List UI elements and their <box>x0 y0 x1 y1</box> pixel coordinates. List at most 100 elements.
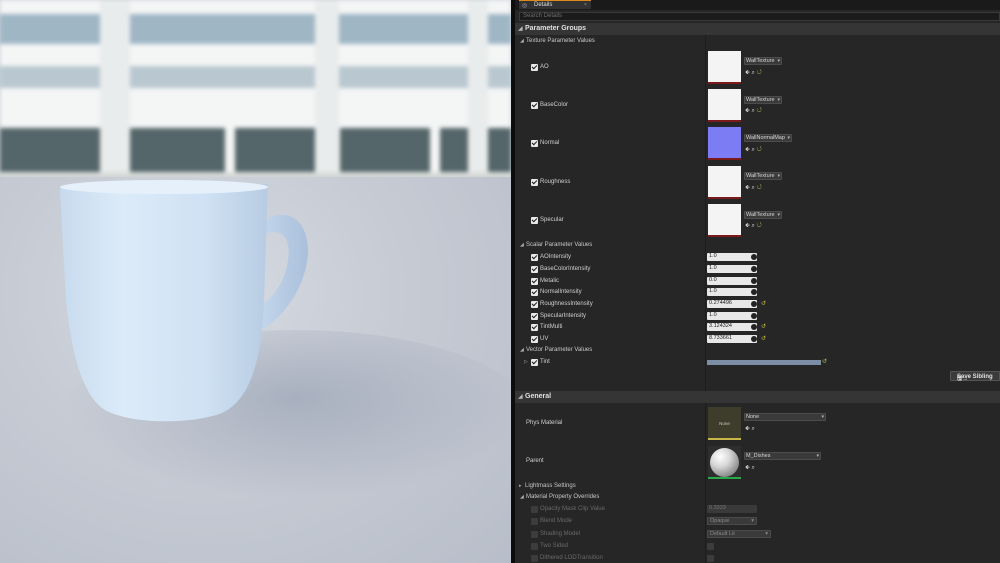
reset-icon[interactable]: ↺ <box>757 108 762 114</box>
value-field[interactable]: 1.0 <box>707 265 757 273</box>
phys-material-thumbnail[interactable]: None <box>708 407 741 440</box>
asset-picker[interactable]: WallTexture ▾ <box>744 57 782 65</box>
material-preview-viewport[interactable] <box>0 0 511 563</box>
texture-thumbnail[interactable] <box>708 89 741 122</box>
slider-icon[interactable] <box>751 289 757 295</box>
override-checkbox[interactable] <box>531 278 538 285</box>
save-sibling-label: Save Sibling <box>957 374 993 380</box>
browse-icon[interactable]: ⌕ <box>752 147 755 153</box>
override-checkbox[interactable] <box>531 140 538 147</box>
override-checkbox[interactable] <box>531 518 538 525</box>
browse-icon[interactable]: ⌕ <box>752 223 755 229</box>
use-selected-icon[interactable]: 🡸 <box>745 108 750 114</box>
texture-thumbnail[interactable] <box>708 204 741 237</box>
param-label: SpecularIntensity <box>540 313 587 319</box>
browse-icon[interactable]: ⌕ <box>752 108 755 114</box>
group-lightmass-settings[interactable]: ▸ Lightmass Settings <box>515 482 1000 492</box>
use-selected-icon[interactable]: 🡸 <box>745 426 750 432</box>
parent-thumbnail[interactable] <box>708 446 741 479</box>
value-field[interactable]: 0.274496 <box>707 300 757 308</box>
slider-icon[interactable] <box>751 266 757 272</box>
override-checkbox[interactable] <box>531 324 538 331</box>
browse-icon[interactable]: ⌕ <box>752 70 755 76</box>
save-sibling-button[interactable]: 🖫→ Save Sibling <box>950 371 1000 382</box>
group-texture-parameters[interactable]: ◢ Texture Parameter Values <box>515 37 1000 47</box>
search-placeholder: Search Details <box>523 13 563 19</box>
parent-picker[interactable]: M_Dishes ▾ <box>744 452 821 460</box>
reset-icon[interactable]: ↺ <box>757 185 762 191</box>
blend-mode-dropdown[interactable]: Opaque ▾ <box>707 517 757 525</box>
group-material-property-overrides[interactable]: ◢ Material Property Overrides <box>515 493 1000 503</box>
close-icon[interactable]: × <box>584 2 587 8</box>
category-general[interactable]: ◢ General <box>515 391 1000 403</box>
override-checkbox[interactable] <box>531 266 538 273</box>
reset-icon[interactable]: ↺ <box>761 300 766 307</box>
use-selected-icon[interactable]: 🡸 <box>745 185 750 191</box>
details-panel: ◎ Details × Search Details ◢ Parameter G… <box>515 0 1000 563</box>
override-checkbox[interactable] <box>531 179 538 186</box>
asset-actions: 🡸 ⌕ <box>745 424 755 434</box>
override-checkbox[interactable] <box>531 531 538 538</box>
slider-icon[interactable] <box>751 301 757 307</box>
reset-icon[interactable]: ↺ <box>761 323 766 330</box>
override-checkbox[interactable] <box>531 313 538 320</box>
color-swatch[interactable] <box>707 360 821 365</box>
reset-icon[interactable]: ↺ <box>757 223 762 229</box>
override-checkbox[interactable] <box>531 336 538 343</box>
shading-model-dropdown[interactable]: Default Lit ▾ <box>707 530 771 538</box>
texture-thumbnail[interactable] <box>708 166 741 199</box>
value-field[interactable]: 8.733661 <box>707 335 757 343</box>
override-checkbox[interactable] <box>531 506 538 513</box>
override-checkbox[interactable] <box>531 301 538 308</box>
value-field[interactable]: 0.0 <box>707 277 757 285</box>
value-field[interactable]: 1.0 <box>707 288 757 296</box>
browse-icon[interactable]: ⌕ <box>752 465 755 471</box>
asset-picker[interactable]: WallTexture ▾ <box>744 96 782 104</box>
browse-icon[interactable]: ⌕ <box>752 426 755 432</box>
expand-arrow-icon[interactable]: ▷ <box>524 359 528 365</box>
tab-details[interactable]: ◎ Details × <box>519 0 591 9</box>
value-checkbox[interactable] <box>707 543 714 550</box>
texture-thumbnail[interactable] <box>708 127 741 160</box>
slider-icon[interactable] <box>751 254 757 260</box>
param-label: Specular <box>540 217 564 223</box>
use-selected-icon[interactable]: 🡸 <box>745 465 750 471</box>
phys-material-picker[interactable]: None ▾ <box>744 413 826 421</box>
value-field[interactable]: 1.0 <box>707 253 757 261</box>
reset-icon[interactable]: ↺ <box>757 70 762 76</box>
use-selected-icon[interactable]: 🡸 <box>745 70 750 76</box>
group-vector-parameters[interactable]: ◢ Vector Parameter Values <box>515 346 1000 356</box>
override-checkbox[interactable] <box>531 543 538 550</box>
value-field[interactable]: 1.0 <box>707 312 757 320</box>
texture-thumbnail[interactable] <box>708 51 741 84</box>
override-checkbox[interactable] <box>531 289 538 296</box>
override-checkbox[interactable] <box>531 254 538 261</box>
override-checkbox[interactable] <box>531 359 538 366</box>
reset-icon[interactable]: ↺ <box>822 358 827 365</box>
slider-icon[interactable] <box>751 278 757 284</box>
override-checkbox[interactable] <box>531 102 538 109</box>
group-scalar-parameters[interactable]: ◢ Scalar Parameter Values <box>515 241 1000 251</box>
slider-icon[interactable] <box>751 336 757 342</box>
use-selected-icon[interactable]: 🡸 <box>745 223 750 229</box>
reset-icon[interactable]: ↺ <box>757 147 762 153</box>
asset-picker[interactable]: WallTexture ▾ <box>744 211 782 219</box>
asset-picker[interactable]: WallNormalMap ▾ <box>744 134 792 142</box>
browse-icon[interactable]: ⌕ <box>752 185 755 191</box>
override-checkbox[interactable] <box>531 64 538 71</box>
override-checkbox[interactable] <box>531 555 538 562</box>
slider-icon[interactable] <box>751 324 757 330</box>
value-field[interactable]: 0.3333 <box>707 505 757 513</box>
group-title: Vector Parameter Values <box>526 347 593 353</box>
reset-icon[interactable]: ↺ <box>761 335 766 342</box>
category-parameter-groups[interactable]: ◢ Parameter Groups <box>515 23 1000 35</box>
use-selected-icon[interactable]: 🡸 <box>745 147 750 153</box>
slider-icon[interactable] <box>751 313 757 319</box>
search-input[interactable]: Search Details <box>519 12 1000 21</box>
expand-arrow-icon: ▸ <box>519 483 522 489</box>
asset-picker[interactable]: WallTexture ▾ <box>744 172 782 180</box>
value-field[interactable]: 3.124324 <box>707 323 757 331</box>
value-checkbox[interactable] <box>707 555 714 562</box>
override-checkbox[interactable] <box>531 217 538 224</box>
param-label: Roughness <box>540 179 571 185</box>
